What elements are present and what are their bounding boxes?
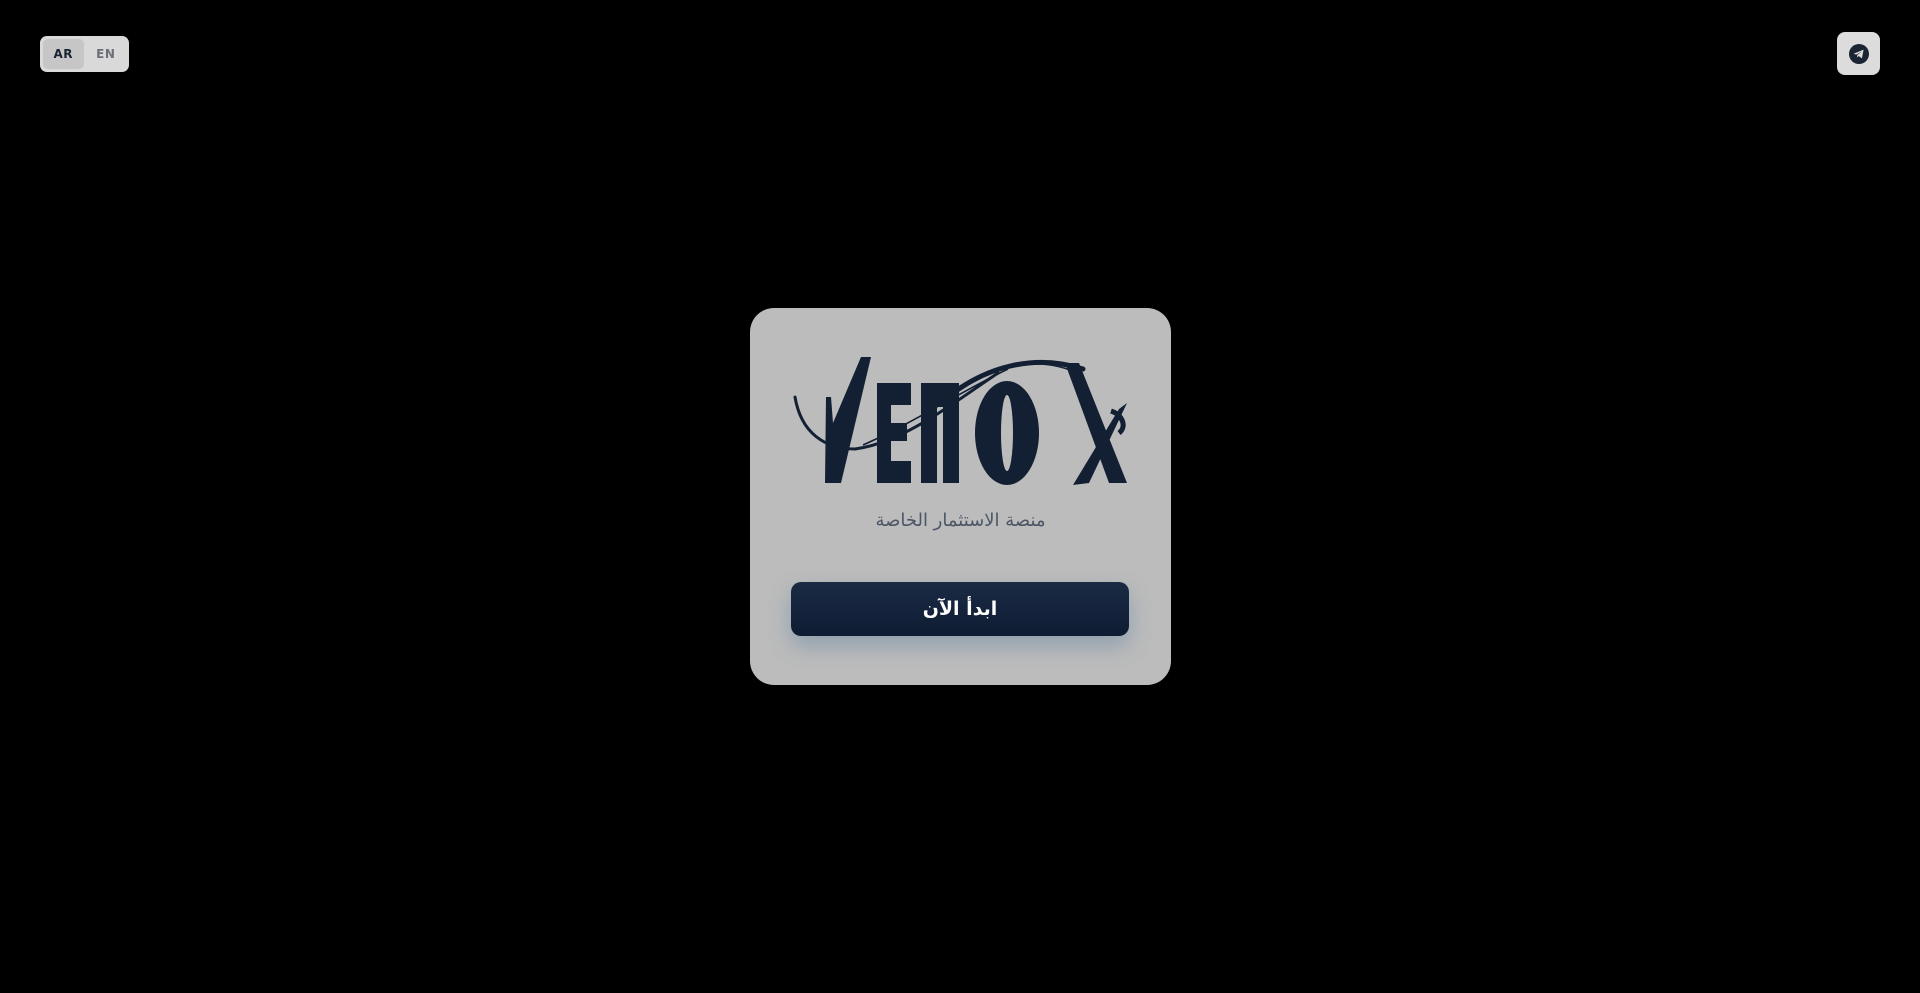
telegram-icon bbox=[1848, 43, 1869, 64]
welcome-card: منصة الاستثمار الخاصة ابدأ الآن bbox=[750, 308, 1171, 685]
start-now-button[interactable]: ابدأ الآن bbox=[791, 582, 1129, 636]
lang-option-ar[interactable]: AR bbox=[43, 39, 84, 69]
telegram-button[interactable] bbox=[1837, 32, 1880, 75]
venox-logo bbox=[793, 357, 1127, 485]
subtitle: منصة الاستثمار الخاصة bbox=[875, 510, 1046, 531]
lang-option-en[interactable]: EN bbox=[86, 39, 127, 69]
language-switcher: AR EN bbox=[40, 36, 129, 72]
